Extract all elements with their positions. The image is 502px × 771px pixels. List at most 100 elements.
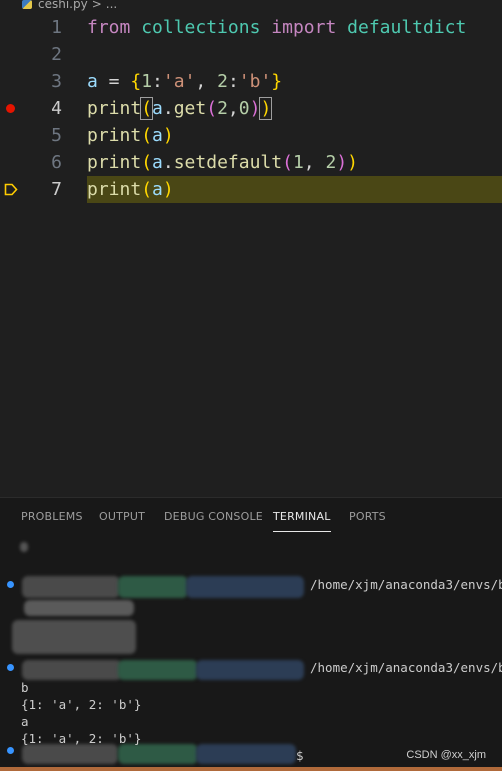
code-token: 2 <box>325 152 337 173</box>
redacted-block <box>196 660 304 680</box>
code-token: ( <box>140 97 154 120</box>
redacted-block <box>118 744 198 764</box>
code-line[interactable]: 1 from collections import defaultdict <box>0 14 502 41</box>
code-token: 1 <box>141 71 153 92</box>
code-token: 1 <box>292 152 304 173</box>
panel-tabs: PROBLEMS OUTPUT DEBUG CONSOLE TERMINAL P… <box>0 498 502 536</box>
code-token: import <box>271 17 337 38</box>
bottom-panel: PROBLEMS OUTPUT DEBUG CONSOLE TERMINAL P… <box>0 497 502 771</box>
terminal-output-line: a <box>21 714 29 729</box>
breadcrumb-separator: > <box>91 0 102 11</box>
code-text[interactable]: from collections import defaultdict <box>87 14 466 41</box>
terminal-output[interactable]: /home/xjm/anaconda3/envs/bro /home/xjm/a… <box>0 536 502 771</box>
tab-terminal[interactable]: TERMINAL <box>273 510 331 532</box>
code-token: ) <box>259 97 273 120</box>
terminal-path: /home/xjm/anaconda3/envs/bro <box>310 577 502 592</box>
redacted-block <box>186 576 304 598</box>
code-text[interactable]: print(a.setdefault(1, 2)) <box>87 149 358 176</box>
code-token: ( <box>206 98 218 119</box>
terminal-output-line: {1: 'a', 2: 'b'} <box>21 697 142 712</box>
breadcrumb[interactable]: ceshi.py > ... <box>0 0 502 12</box>
code-editor[interactable]: 1 from collections import defaultdict 2 3 a … <box>0 12 502 497</box>
breadcrumb-file[interactable]: ceshi.py <box>38 0 88 10</box>
code-line[interactable]: 4 print(a.get(2,0)) <box>0 95 502 122</box>
redacted-block <box>24 600 134 616</box>
code-token: collections <box>141 17 261 38</box>
tab-problems[interactable]: PROBLEMS <box>21 510 83 531</box>
code-text[interactable]: print(a.get(2,0)) <box>87 95 273 122</box>
line-number: 1 <box>51 17 62 38</box>
line-number: 2 <box>51 44 62 65</box>
code-text[interactable]: a = {1:'a', 2:'b'} <box>87 68 282 95</box>
breakpoint-icon[interactable] <box>6 104 15 113</box>
code-token: , <box>303 152 326 173</box>
terminal-path: /home/xjm/anaconda3/envs/bro <box>310 660 502 675</box>
breadcrumb-more[interactable]: ... <box>106 0 117 10</box>
code-token: setdefault <box>173 152 283 173</box>
terminal-output-line: {1: 'a', 2: 'b'} <box>21 731 142 746</box>
code-token: : <box>152 71 163 92</box>
tab-ports[interactable]: PORTS <box>349 510 386 531</box>
code-token: 0 <box>238 98 250 119</box>
code-token: get <box>173 98 207 119</box>
code-token: from <box>87 17 131 38</box>
line-number: 3 <box>51 71 62 92</box>
command-status-dot[interactable] <box>7 581 14 588</box>
code-token: 2 <box>217 71 228 92</box>
code-token: : <box>227 71 239 92</box>
redacted-block <box>22 660 122 680</box>
code-token: ( <box>141 179 153 200</box>
code-token: , <box>227 98 239 119</box>
line-number: 7 <box>51 179 62 200</box>
code-token: a <box>87 71 98 92</box>
code-token: . <box>162 98 174 119</box>
redacted-block <box>20 542 28 552</box>
terminal-prompt: $ <box>296 748 304 763</box>
code-token: a <box>152 98 163 119</box>
code-token: } <box>271 71 283 92</box>
status-bar-strip <box>0 767 502 771</box>
code-token: ( <box>141 125 153 146</box>
command-status-dot[interactable] <box>7 664 14 671</box>
line-number: 6 <box>51 152 62 173</box>
code-token: , <box>195 71 218 92</box>
redacted-block <box>22 744 118 764</box>
code-token: a <box>152 152 163 173</box>
code-line[interactable]: 3 a = {1:'a', 2:'b'} <box>0 68 502 95</box>
code-token: defaultdict <box>347 17 467 38</box>
code-text[interactable]: print(a) <box>87 122 174 149</box>
code-token: ) <box>162 125 174 146</box>
code-token: 2 <box>217 98 228 119</box>
code-token: 'a' <box>162 71 196 92</box>
terminal-output-line: b <box>21 680 29 695</box>
code-token: a <box>152 179 163 200</box>
code-line[interactable]: 6 print(a.setdefault(1, 2)) <box>0 149 502 176</box>
code-line[interactable]: 5 print(a) <box>0 122 502 149</box>
code-token: ) <box>249 98 261 119</box>
code-token: { <box>130 71 142 92</box>
code-token: a <box>152 125 163 146</box>
code-token: . <box>162 152 174 173</box>
code-line[interactable]: 2 <box>0 41 502 68</box>
debug-current-line-icon[interactable] <box>4 183 18 196</box>
redacted-block <box>12 620 136 654</box>
tab-output[interactable]: OUTPUT <box>99 510 145 531</box>
line-number: 5 <box>51 125 62 146</box>
code-text[interactable]: print(a) <box>87 176 174 203</box>
redacted-block <box>118 576 188 598</box>
code-line[interactable]: 7 print(a) <box>0 176 502 203</box>
code-token: print <box>87 98 142 119</box>
redacted-block <box>118 660 198 680</box>
vscode-window: ceshi.py > ... 1 from collections import … <box>0 0 502 771</box>
code-token: = <box>97 71 131 92</box>
tab-debug-console[interactable]: DEBUG CONSOLE <box>164 510 263 531</box>
code-token: print <box>87 152 142 173</box>
code-token: ( <box>141 152 153 173</box>
code-token: print <box>87 179 142 200</box>
line-number: 4 <box>51 98 62 119</box>
command-status-dot[interactable] <box>7 747 14 754</box>
code-token: ( <box>282 152 293 173</box>
redacted-block <box>196 744 296 764</box>
